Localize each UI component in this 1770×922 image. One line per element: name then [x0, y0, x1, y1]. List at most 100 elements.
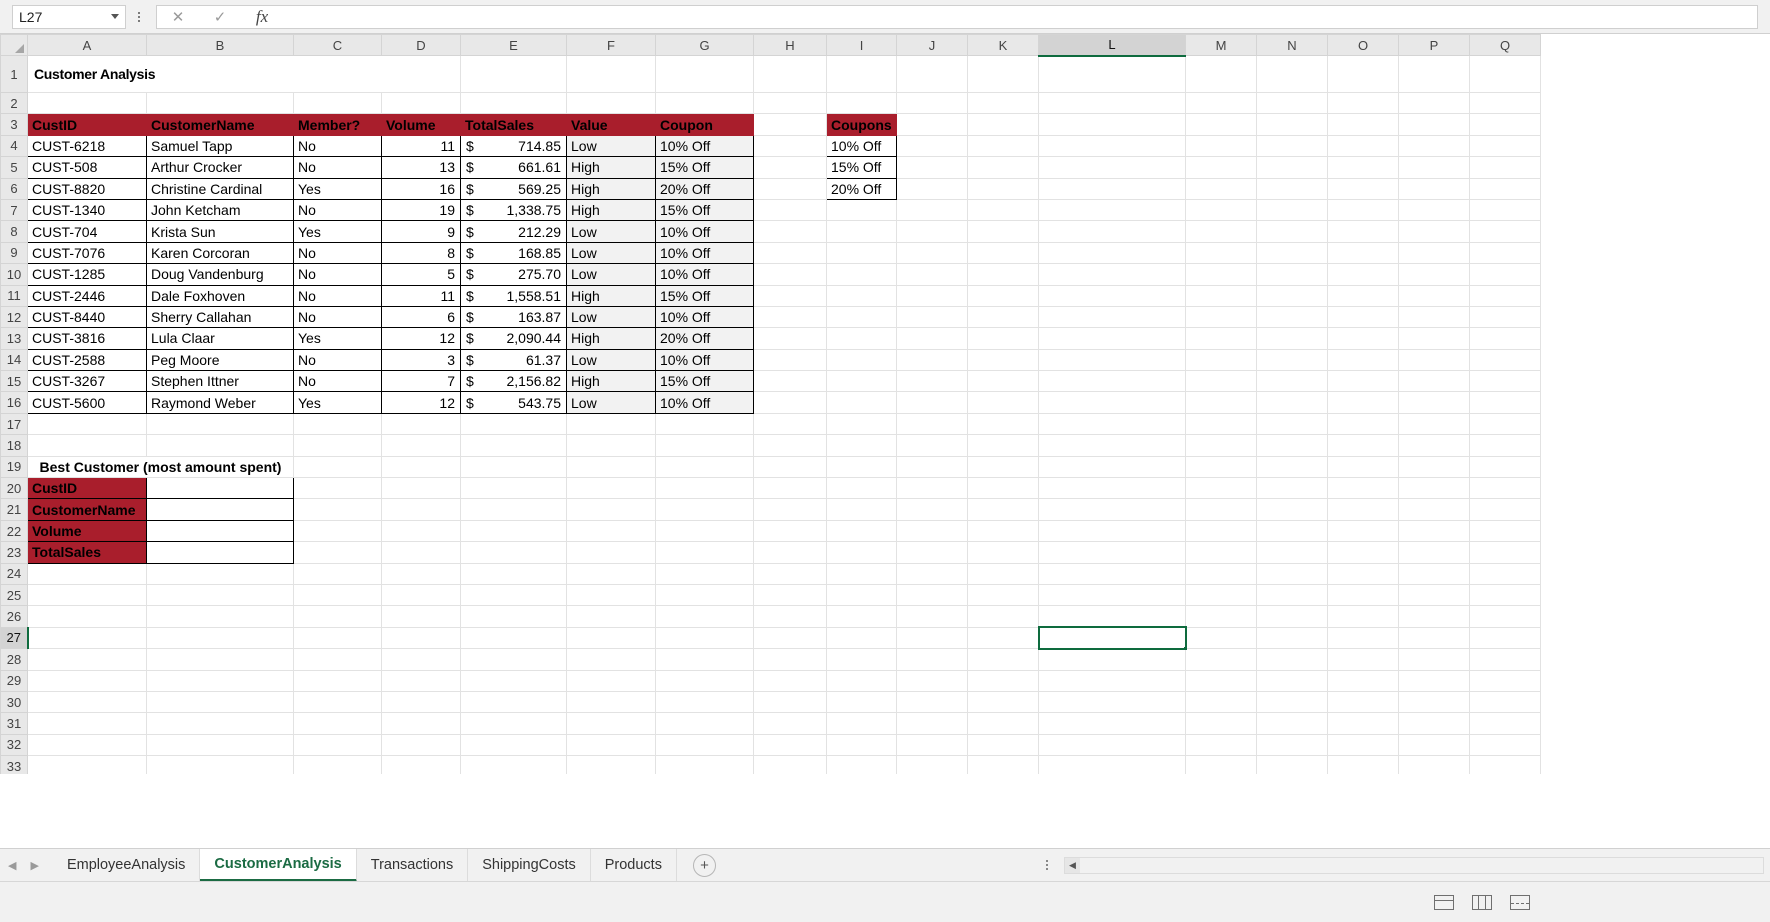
best-customer-value[interactable] — [146, 477, 294, 500]
cell-K19[interactable] — [967, 456, 1039, 479]
cell-P13[interactable] — [1398, 327, 1470, 350]
cell-coupon[interactable]: 15% Off — [655, 370, 754, 393]
row-header-8[interactable]: 8 — [0, 220, 28, 243]
insert-function-icon[interactable]: fx — [241, 6, 283, 28]
cell-E21[interactable] — [460, 498, 567, 521]
cell-D33[interactable] — [381, 755, 461, 774]
cell-F21[interactable] — [566, 498, 656, 521]
next-sheet-icon[interactable]: ▶ — [30, 859, 38, 872]
cell-M17[interactable] — [1185, 413, 1257, 436]
cell-coupon[interactable]: 10% Off — [655, 263, 754, 286]
row-header-19[interactable]: 19 — [0, 455, 28, 479]
cell-L26[interactable] — [1038, 605, 1186, 628]
cell-E27[interactable] — [460, 627, 567, 650]
cell-Q25[interactable] — [1469, 584, 1541, 607]
cell-P20[interactable] — [1398, 477, 1470, 500]
cell-O19[interactable] — [1327, 456, 1399, 479]
cell-custid[interactable]: CUST-2588 — [27, 348, 147, 372]
cell-L6[interactable] — [1038, 178, 1186, 200]
cell-G1[interactable] — [655, 55, 754, 93]
cell-F20[interactable] — [566, 477, 656, 500]
cell-totalsales[interactable]: $714.85 — [460, 134, 567, 158]
column-header-H[interactable]: H — [753, 34, 827, 56]
cell-H3[interactable] — [753, 113, 827, 136]
cell-K21[interactable] — [967, 498, 1039, 521]
cell-N7[interactable] — [1256, 199, 1328, 222]
cell-F30[interactable] — [566, 691, 656, 714]
cell-J16[interactable] — [896, 391, 968, 414]
cell-E18[interactable] — [460, 434, 567, 457]
cell-P19[interactable] — [1398, 456, 1470, 479]
cell-L19[interactable] — [1038, 456, 1186, 479]
row-header-17[interactable]: 17 — [0, 412, 28, 436]
cell-totalsales[interactable]: $1,338.75 — [460, 198, 567, 222]
cell-G17[interactable] — [655, 413, 754, 436]
cell-I23[interactable] — [826, 541, 897, 564]
cell-H10[interactable] — [753, 263, 827, 286]
column-header-G[interactable]: G — [655, 34, 754, 56]
cell-P15[interactable] — [1398, 370, 1470, 393]
cell-M24[interactable] — [1185, 563, 1257, 585]
cell-M9[interactable] — [1185, 242, 1257, 265]
cell-P8[interactable] — [1398, 220, 1470, 243]
column-header-J[interactable]: J — [896, 34, 968, 56]
fill-handle[interactable] — [1182, 645, 1184, 647]
cell-J6[interactable] — [896, 178, 968, 200]
cell-K31[interactable] — [967, 712, 1039, 735]
cell-G32[interactable] — [655, 734, 754, 757]
cell-L25[interactable] — [1038, 584, 1186, 607]
cell-N13[interactable] — [1256, 327, 1328, 350]
cell-member[interactable]: No — [293, 241, 382, 265]
cell-E22[interactable] — [460, 520, 567, 543]
cell-I30[interactable] — [826, 691, 897, 714]
cell-M14[interactable] — [1185, 349, 1257, 372]
cell-J23[interactable] — [896, 541, 968, 564]
cell-O11[interactable] — [1327, 285, 1399, 307]
cell-N19[interactable] — [1256, 456, 1328, 479]
cell-N11[interactable] — [1256, 285, 1328, 307]
cell-H16[interactable] — [753, 391, 827, 414]
cell-volume[interactable]: 7 — [381, 370, 461, 393]
cell-H18[interactable] — [753, 434, 827, 457]
row-header-6[interactable]: 6 — [0, 177, 28, 200]
cell-value[interactable]: High — [566, 177, 656, 200]
cell-F27[interactable] — [566, 627, 656, 650]
row-header-20[interactable]: 20 — [0, 477, 28, 500]
cell-O20[interactable] — [1327, 477, 1399, 500]
row-header-3[interactable]: 3 — [0, 113, 28, 136]
cell-Q11[interactable] — [1469, 285, 1541, 307]
cell-value[interactable]: Low — [566, 263, 656, 286]
cell-Q22[interactable] — [1469, 520, 1541, 543]
cell-K33[interactable] — [967, 755, 1039, 774]
cell-Q17[interactable] — [1469, 413, 1541, 436]
cell-I33[interactable] — [826, 755, 897, 774]
cell-G33[interactable] — [655, 755, 754, 774]
add-sheet-button[interactable]: + — [692, 853, 716, 877]
cell-O8[interactable] — [1327, 220, 1399, 243]
cell-Q7[interactable] — [1469, 199, 1541, 222]
column-header-D[interactable]: D — [381, 34, 461, 56]
cell-custid[interactable]: CUST-3816 — [27, 327, 147, 350]
cell-A28[interactable] — [27, 648, 147, 671]
cell-L18[interactable] — [1038, 434, 1186, 457]
cell-totalsales[interactable]: $212.29 — [460, 220, 567, 243]
cell-L30[interactable] — [1038, 691, 1186, 714]
cell-N30[interactable] — [1256, 691, 1328, 714]
cell-B24[interactable] — [146, 563, 294, 585]
cell-H33[interactable] — [753, 755, 827, 774]
cell-J25[interactable] — [896, 584, 968, 607]
cell-J14[interactable] — [896, 349, 968, 372]
cell-Q23[interactable] — [1469, 541, 1541, 564]
cell-Q8[interactable] — [1469, 220, 1541, 243]
column-header-E[interactable]: E — [460, 34, 567, 56]
cell-P31[interactable] — [1398, 712, 1470, 735]
cell-member[interactable]: No — [293, 305, 382, 329]
cell-volume[interactable]: 6 — [381, 305, 461, 329]
cell-O6[interactable] — [1327, 178, 1399, 200]
cell-K17[interactable] — [967, 413, 1039, 436]
cell-I16[interactable] — [826, 391, 897, 414]
cell-O25[interactable] — [1327, 584, 1399, 607]
cell-M7[interactable] — [1185, 199, 1257, 222]
cell-O10[interactable] — [1327, 263, 1399, 286]
cell-volume[interactable]: 11 — [381, 284, 461, 307]
